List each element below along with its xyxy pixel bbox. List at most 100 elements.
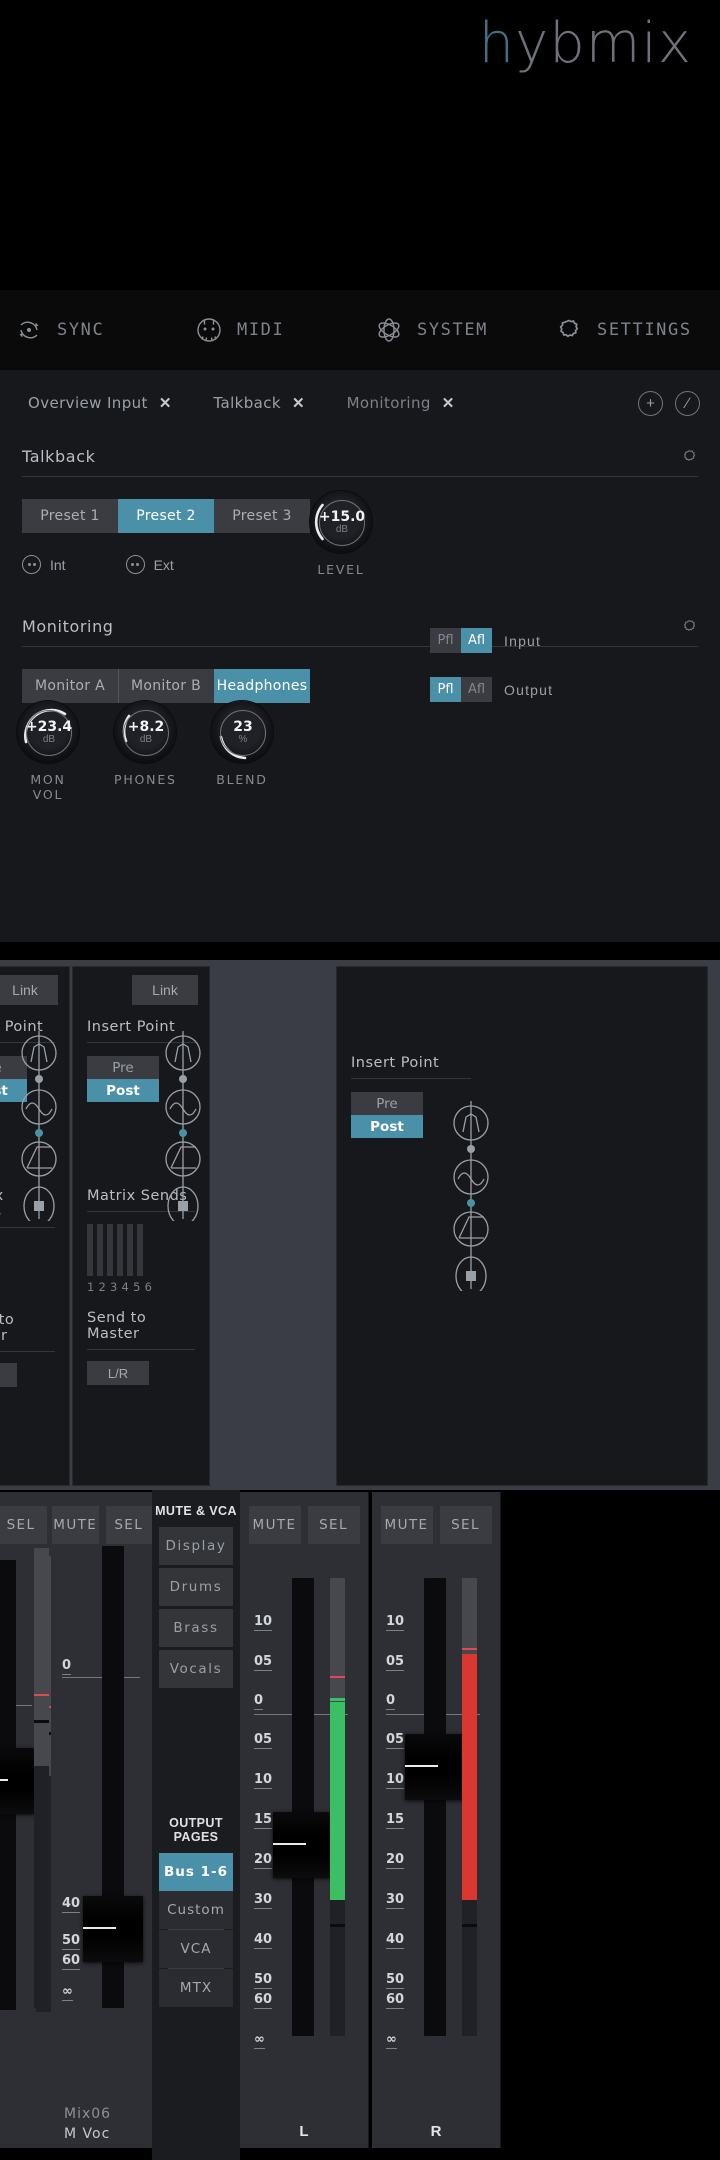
tab-label: Talkback: [213, 394, 281, 412]
matrix-send-bars[interactable]: [87, 1224, 195, 1276]
blend-knob[interactable]: 23 %: [211, 701, 273, 763]
nav-label-sync: SYNC: [57, 320, 105, 340]
fader-zone: 10 05 0 05 10 15 20 30 40 50 60 ∞: [240, 1562, 368, 2122]
input-afl-button[interactable]: Afl: [461, 628, 492, 653]
monitor-a-button[interactable]: Monitor A: [22, 669, 118, 703]
sel-button[interactable]: SEL: [0, 1506, 47, 1544]
tab-close-icon[interactable]: ✕: [159, 394, 172, 412]
scale-mark-05lo: 05: [386, 1732, 405, 1749]
channel-name-L: L: [299, 2123, 309, 2140]
output-page-vca[interactable]: VCA: [159, 1930, 233, 1968]
output-page-mtx[interactable]: MTX: [159, 1969, 233, 2007]
vca-button-vocals[interactable]: Vocals: [159, 1650, 233, 1688]
tab-label: Monitoring: [346, 394, 431, 412]
tab-close-icon[interactable]: ✕: [442, 394, 455, 412]
mixer-strip-L: MUTE SEL 10 05 0 05 10 15 20 30 40 50 60…: [240, 1492, 369, 2148]
talkback-level-value: +15.0: [318, 508, 366, 525]
talkback-preset-1[interactable]: Preset 1: [22, 499, 118, 533]
fader-cap[interactable]: [0, 1748, 35, 1814]
add-tab-button[interactable]: +: [638, 390, 663, 416]
talkback-title: Talkback: [22, 446, 96, 466]
signal-chain-2: [159, 1031, 207, 1226]
lr-button[interactable]: L/R: [0, 1363, 17, 1387]
lr-button[interactable]: L/R: [87, 1361, 149, 1385]
edit-tab-button[interactable]: ∕: [675, 390, 700, 416]
mute-button[interactable]: MUTE: [248, 1506, 301, 1544]
scale-mark-0: 0: [386, 1693, 396, 1710]
pre-button[interactable]: Pre: [87, 1056, 159, 1079]
sel-button[interactable]: SEL: [439, 1506, 492, 1544]
talkback-gear-icon[interactable]: [681, 448, 698, 465]
link-button[interactable]: Link: [0, 975, 58, 1005]
vca-button-drums[interactable]: Drums: [159, 1568, 233, 1606]
gear-icon: [554, 315, 584, 345]
level-meter: [330, 1578, 345, 2036]
matrix-send-numbers: 123456: [87, 1280, 157, 1294]
talkback-ext-button[interactable]: Ext: [125, 555, 174, 574]
input-pfl-button[interactable]: Pfl: [430, 628, 461, 653]
output-page-custom[interactable]: Custom: [159, 1891, 233, 1929]
sel-button[interactable]: SEL: [105, 1506, 152, 1544]
tab-monitoring[interactable]: Monitoring ✕: [347, 394, 455, 412]
mon-vol-label: MON VOL: [30, 772, 66, 802]
vca-button-brass[interactable]: Brass: [159, 1609, 233, 1647]
vca-button-display[interactable]: Display: [159, 1527, 233, 1565]
meter-clip-line: [330, 1676, 345, 1678]
nav-item-settings[interactable]: SETTINGS: [540, 315, 720, 345]
tab-overview-input[interactable]: Overview Input ✕: [28, 394, 171, 412]
send-master-section-1: Send to Master L/R: [0, 1312, 69, 1387]
output-afl-button[interactable]: Afl: [461, 677, 492, 702]
strip-button-row: MUTE SEL: [52, 1492, 152, 1544]
mixer-strip-R: MUTE SEL 10 05 0 05 10 15 20 30 40 50 60…: [372, 1492, 501, 2148]
monitoring-block: Monitoring Monitor A Monitor B Headphone…: [0, 606, 720, 802]
pre-button[interactable]: Pre: [351, 1092, 423, 1115]
nav-item-midi[interactable]: MIDI: [180, 315, 360, 345]
scale-mark-30: 30: [254, 1892, 273, 1909]
sync-icon: [14, 315, 44, 345]
bottom-mixer: SEL MUTE SEL 0 40 50 60 ∞ Mix06 M Voc MU…: [0, 1490, 720, 2160]
insert-divider: [351, 1078, 471, 1079]
nav-item-sync[interactable]: SYNC: [0, 315, 180, 345]
talkback-preset-3[interactable]: Preset 3: [214, 499, 310, 533]
talkback-int-label: Int: [50, 556, 66, 573]
monitor-b-button[interactable]: Monitor B: [118, 669, 214, 703]
headphones-button[interactable]: Headphones: [214, 669, 310, 703]
scale-mark-50: 50: [254, 1972, 273, 1989]
talkback-preset-2[interactable]: Preset 2: [118, 499, 214, 533]
meter-peak: [34, 1720, 49, 1723]
nav-item-system[interactable]: SYSTEM: [360, 315, 540, 345]
fader-slot: [424, 1578, 446, 2036]
phones-knob-wrap: +8.2 dB PHONES: [114, 701, 176, 787]
meter-fill: [462, 1654, 477, 1900]
link-button[interactable]: Link: [132, 975, 198, 1005]
post-button[interactable]: Post: [351, 1115, 423, 1138]
output-pfl-afl-pair: Pfl Afl: [430, 677, 492, 702]
monitoring-gear-icon[interactable]: [681, 618, 698, 635]
fader-cap[interactable]: [273, 1812, 333, 1878]
scale-mark-inf: ∞: [254, 2032, 265, 2049]
talkback-level-knob[interactable]: +15.0 dB: [310, 491, 372, 553]
post-button[interactable]: Post: [87, 1079, 159, 1102]
mute-button[interactable]: MUTE: [380, 1506, 433, 1544]
fader-indicator: [83, 1927, 116, 1929]
fader-cap[interactable]: [405, 1734, 465, 1800]
mute-button[interactable]: MUTE: [52, 1506, 99, 1544]
scale-mark-60: 60: [62, 1953, 81, 1970]
strip-button-row: SEL: [0, 1492, 52, 1544]
nav-label-system: SYSTEM: [417, 320, 489, 340]
scale-mark-15: 15: [386, 1812, 405, 1829]
tab-close-icon[interactable]: ✕: [292, 394, 305, 412]
output-pfl-button[interactable]: Pfl: [430, 677, 461, 702]
tab-talkback[interactable]: Talkback ✕: [213, 394, 304, 412]
blend-unit: %: [238, 734, 248, 746]
phones-knob[interactable]: +8.2 dB: [114, 701, 176, 763]
panel-gap: [0, 942, 720, 960]
scale-mark-10lo: 10: [254, 1772, 273, 1789]
talkback-int-button[interactable]: Int: [22, 555, 66, 574]
output-page-bus-1-6[interactable]: Bus 1-6: [159, 1853, 233, 1891]
scale-mark-0: 0: [254, 1693, 264, 1710]
fader-cap[interactable]: [83, 1896, 143, 1962]
mon-vol-knob[interactable]: +23.4 dB: [17, 701, 79, 763]
upper-panel: Talkback Preset 1 Preset 2 Preset 3 Int …: [0, 436, 720, 942]
sel-button[interactable]: SEL: [307, 1506, 360, 1544]
